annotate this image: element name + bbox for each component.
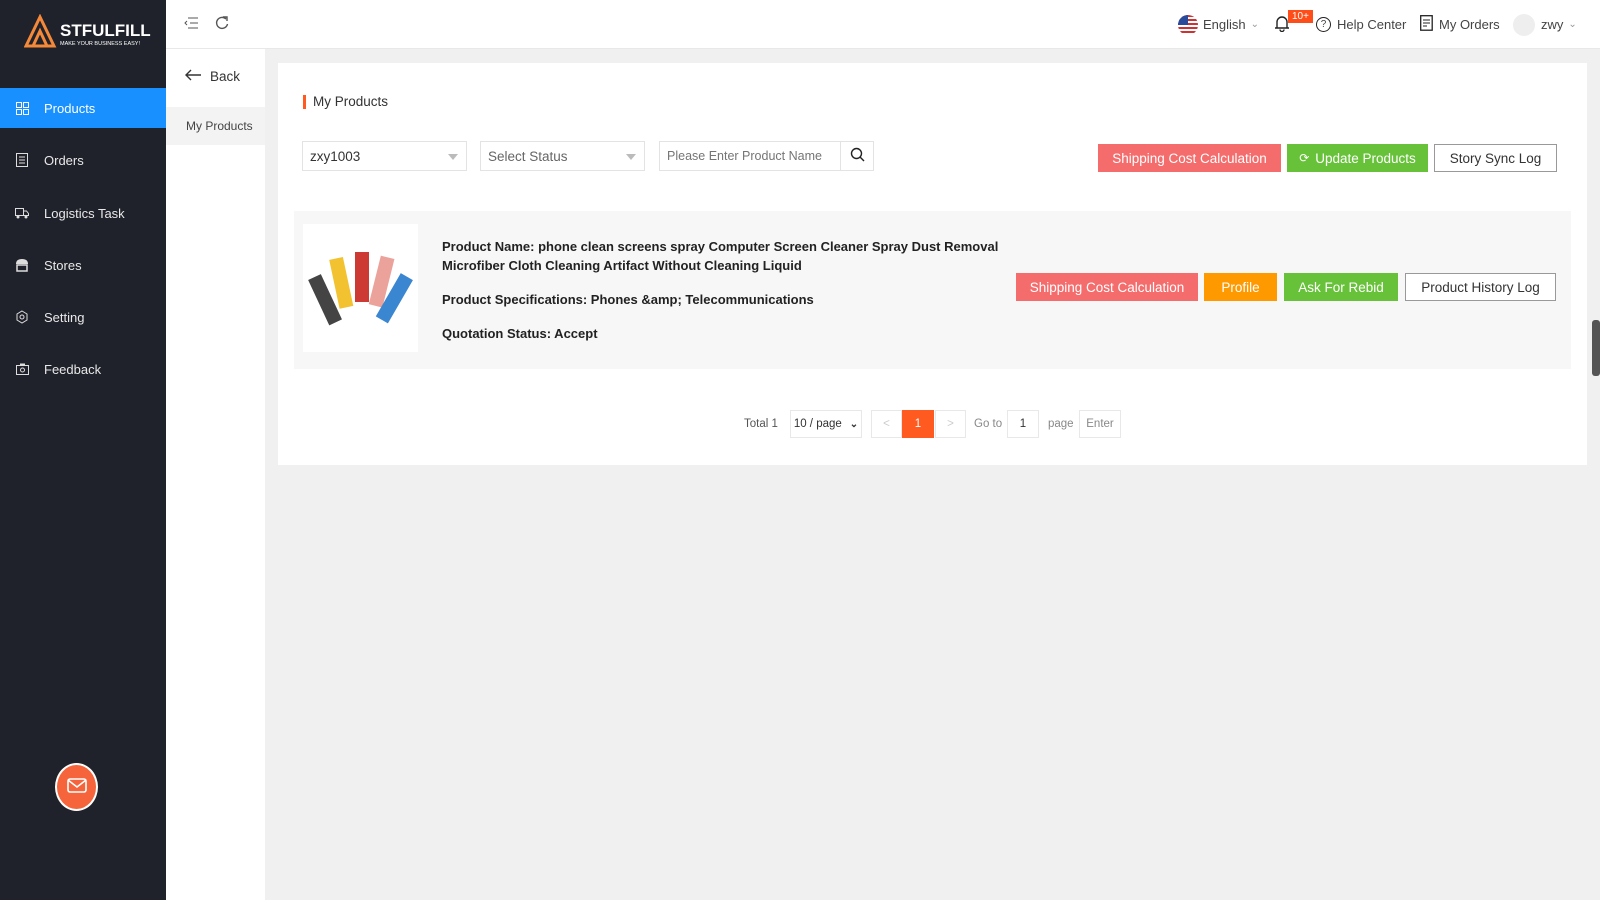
product-specifications: Product Specifications: Phones &amp; Tel… (442, 292, 814, 307)
product-name: Product Name: phone clean screens spray … (442, 239, 999, 254)
arrow-left-icon (184, 69, 202, 84)
prev-page-button[interactable]: < (871, 410, 902, 438)
button-label: Shipping Cost Calculation (1112, 150, 1267, 166)
sub-navigation: Back My Products (166, 49, 265, 900)
gear-icon (14, 309, 30, 325)
page-size-select[interactable]: 10 / page ⌄ (790, 410, 862, 438)
sidebar-item-label: Logistics Task (44, 205, 125, 221)
store-icon (14, 257, 30, 273)
sidebar-item-logistics-task[interactable]: Logistics Task (0, 193, 166, 233)
button-label: Shipping Cost Calculation (1029, 279, 1185, 295)
chevron-down-icon: ⌄ (1250, 19, 1260, 30)
quotation-status: Quotation Status: Accept (442, 326, 598, 341)
collapse-menu-icon[interactable] (184, 16, 198, 33)
sidebar-item-label: Feedback (44, 361, 102, 377)
product-row: Product Name: phone clean screens spray … (294, 211, 1571, 369)
my-orders-link[interactable]: My Orders (1420, 0, 1500, 49)
orders-label: My Orders (1439, 17, 1500, 32)
sidebar: STFULFILL MAKE YOUR BUSINESS EASY! Produc… (0, 0, 166, 900)
page-label: page (1048, 418, 1074, 430)
status-select-placeholder: Select Status (488, 148, 568, 164)
product-name-search-input[interactable] (659, 141, 841, 171)
svg-text:STFULFILL: STFULFILL (60, 21, 151, 40)
button-label: Product History Log (1421, 279, 1540, 295)
status-select[interactable]: Select Status (480, 141, 645, 171)
scrollbar-thumb[interactable] (1592, 320, 1600, 376)
button-label: Update Products (1315, 150, 1416, 166)
truck-icon (14, 205, 30, 221)
document-icon (14, 152, 30, 168)
svg-text:MAKE YOUR BUSINESS EASY!: MAKE YOUR BUSINESS EASY! (60, 41, 140, 47)
sidebar-item-label: Setting (44, 309, 85, 325)
help-label: Help Center (1337, 17, 1407, 32)
mail-icon (66, 778, 87, 796)
us-flag-icon (1178, 14, 1198, 35)
next-page-button[interactable]: > (935, 410, 966, 438)
product-name-continued: Microfiber Cloth Cleaning Artifact Witho… (442, 258, 802, 273)
search-button[interactable] (840, 141, 874, 171)
orders-icon (1420, 15, 1433, 34)
sidebar-item-label: Orders (44, 152, 84, 168)
message-button[interactable] (55, 763, 98, 811)
caret-down-icon (448, 154, 458, 160)
goto-value: 1 (1019, 418, 1027, 430)
back-button[interactable]: Back (184, 69, 240, 84)
ask-for-rebid-button[interactable]: Ask For Rebid (1284, 273, 1398, 301)
search-icon (850, 147, 865, 165)
caret-down-icon (626, 154, 636, 160)
enter-button[interactable]: Enter (1079, 410, 1121, 438)
store-select-value: zxy1003 (310, 148, 361, 164)
refresh-icon[interactable] (215, 15, 229, 34)
top-header: English ⌄ 10+ ? Help Center My Orders zw… (166, 0, 1600, 49)
page-1-button[interactable]: 1 (902, 410, 934, 438)
product-history-log-button[interactable]: Product History Log (1405, 273, 1556, 301)
chevron-down-icon: ⌄ (1568, 19, 1577, 30)
notifications-button[interactable]: 10+ (1274, 0, 1313, 49)
chevron-down-icon: ⌄ (849, 418, 859, 430)
help-icon: ? (1316, 17, 1331, 32)
product-image[interactable] (303, 224, 418, 352)
prev-label: < (883, 418, 890, 430)
user-menu[interactable]: zwy ⌄ (1513, 0, 1577, 49)
logo[interactable]: STFULFILL MAKE YOUR BUSINESS EASY! (23, 13, 154, 48)
page-title: My Products (313, 94, 389, 109)
sidebar-item-label: Stores (44, 257, 82, 273)
goto-label: Go to (974, 418, 1003, 430)
username: zwy (1541, 17, 1564, 32)
products-card: My Products zxy1003 Select Status Shippi… (278, 63, 1587, 465)
notification-badge: 10+ (1288, 10, 1313, 23)
pagination-total: Total 1 (744, 418, 778, 430)
product-shipping-cost-button[interactable]: Shipping Cost Calculation (1016, 273, 1198, 301)
sidebar-item-stores[interactable]: Stores (0, 245, 166, 285)
profile-button[interactable]: Profile (1204, 273, 1277, 301)
shipping-cost-calculation-button[interactable]: Shipping Cost Calculation (1098, 144, 1281, 172)
next-label: > (947, 418, 954, 430)
update-products-button[interactable]: ⟳ Update Products (1287, 144, 1428, 172)
sidebar-item-products[interactable]: Products (0, 88, 166, 128)
button-label: Profile (1221, 279, 1260, 295)
story-sync-log-button[interactable]: Story Sync Log (1434, 144, 1557, 172)
subnav-item-my-products[interactable]: My Products (166, 107, 265, 145)
back-label: Back (210, 69, 241, 84)
goto-page-input[interactable]: 1 (1007, 410, 1039, 438)
button-label: Ask For Rebid (1298, 279, 1384, 295)
help-center-link[interactable]: ? Help Center (1316, 0, 1406, 49)
page-size-value: 10 / page (793, 418, 842, 430)
sidebar-item-setting[interactable]: Setting (0, 297, 166, 337)
camera-icon (14, 361, 30, 377)
language-label: English (1203, 17, 1246, 32)
grid-icon (14, 100, 30, 116)
avatar (1513, 13, 1535, 36)
sidebar-item-label: Products (44, 100, 96, 116)
title-accent (303, 95, 306, 109)
page-number: 1 (914, 418, 922, 430)
language-selector[interactable]: English ⌄ (1178, 0, 1259, 49)
store-select[interactable]: zxy1003 (302, 141, 467, 171)
subnav-item-label: My Products (186, 119, 253, 133)
sync-icon: ⟳ (1299, 151, 1310, 165)
sidebar-item-orders[interactable]: Orders (0, 140, 166, 180)
sidebar-item-feedback[interactable]: Feedback (0, 349, 166, 389)
button-label: Story Sync Log (1449, 150, 1542, 166)
enter-label: Enter (1086, 418, 1114, 430)
